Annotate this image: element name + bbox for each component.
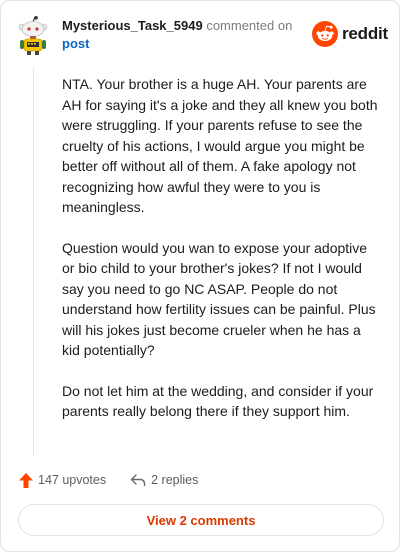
view-comments-button[interactable]: View 2 comments (18, 504, 384, 536)
comment-body: NTA. Your brother is a huge AH. Your par… (62, 74, 380, 442)
comment-paragraph: Question would you wan to expose your ad… (62, 239, 376, 359)
comment-paragraph: Do not let him at the wedding, and consi… (62, 382, 374, 420)
snoo-avatar-icon (18, 16, 48, 55)
upvote-button[interactable]: 147 upvotes (19, 472, 107, 488)
upvote-count: 147 upvotes (38, 473, 107, 487)
comment-actions: 147 upvotes 2 replies (19, 469, 198, 491)
user-avatar[interactable] (16, 16, 50, 56)
comment-card: Mysterious_Task_5949 commented on post r… (0, 0, 400, 552)
comment-paragraph: NTA. Your brother is a huge AH. Your par… (62, 76, 378, 215)
comment-header: Mysterious_Task_5949 commented on post (62, 17, 302, 53)
commented-on-label: commented on (206, 18, 293, 33)
replies-button[interactable]: 2 replies (130, 473, 198, 487)
thread-line (33, 67, 34, 455)
username-link[interactable]: Mysterious_Task_5949 (62, 18, 203, 33)
reddit-wordmark: reddit (342, 24, 389, 43)
reply-count: 2 replies (151, 473, 199, 487)
upvote-arrow-icon (19, 472, 33, 488)
post-link[interactable]: post (62, 35, 302, 53)
reddit-logo[interactable]: reddit (312, 21, 388, 47)
reddit-logo-icon (312, 21, 338, 47)
reply-arrow-icon (130, 474, 146, 487)
